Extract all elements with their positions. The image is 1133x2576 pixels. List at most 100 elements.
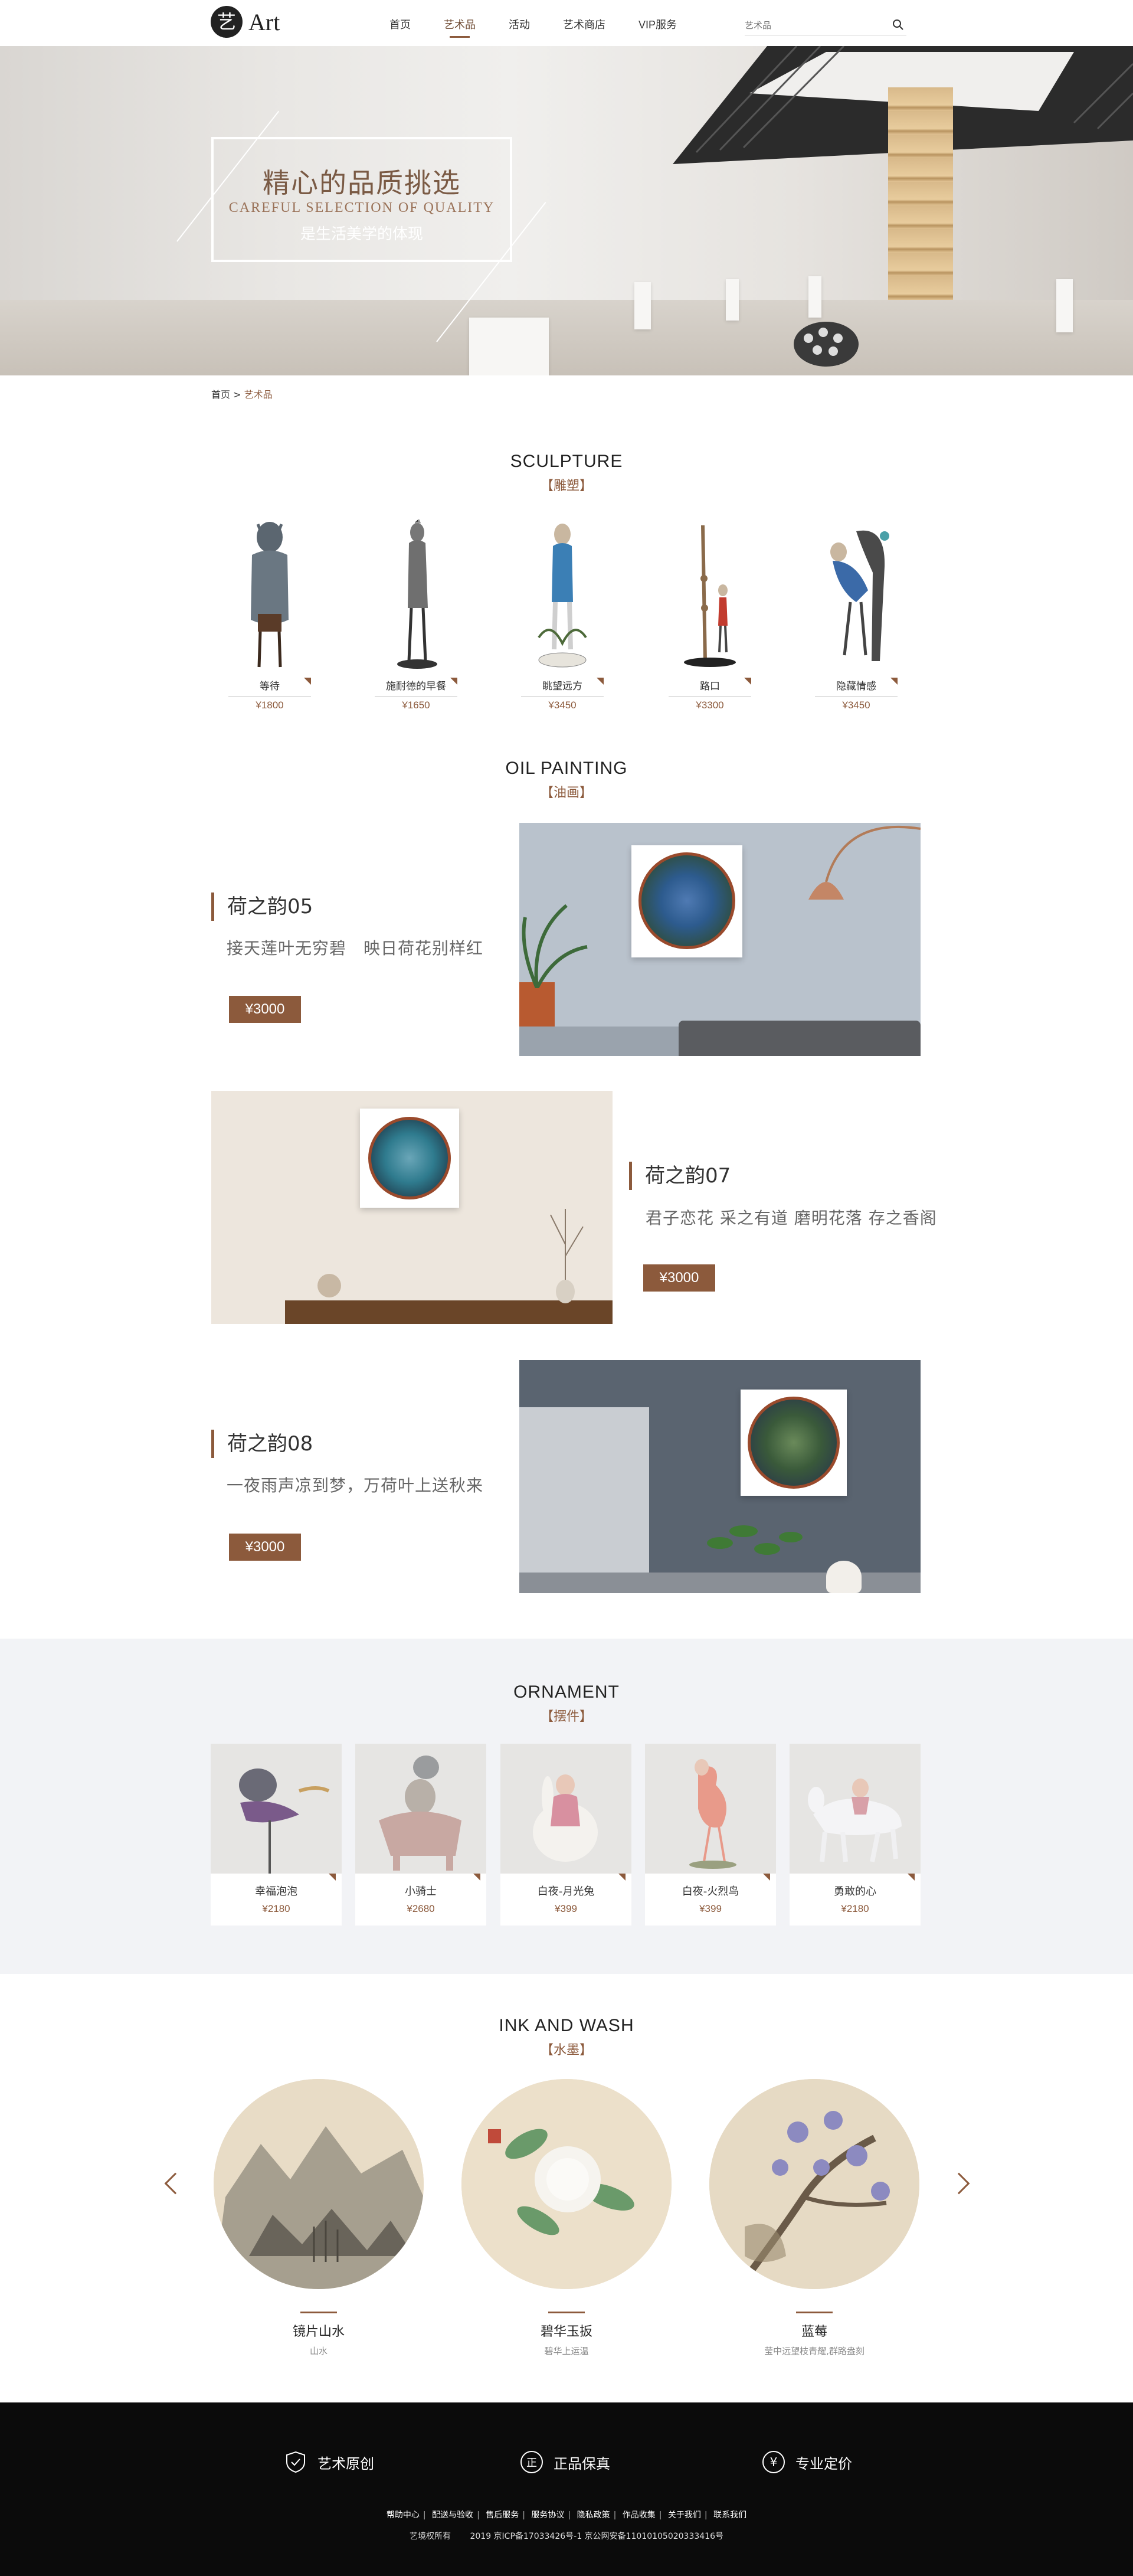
- price-tag[interactable]: ¥3000: [229, 1534, 301, 1561]
- nav-events[interactable]: 活动: [509, 17, 530, 38]
- carousel-prev-arrow[interactable]: [164, 2172, 186, 2195]
- ink-painting-landscape[interactable]: [214, 2079, 424, 2289]
- sculpture-image: [794, 322, 859, 367]
- ornament-image: [355, 1744, 486, 1874]
- feature-label: 专业定价: [795, 2455, 852, 2472]
- section-title-cn: 【摆件】: [540, 1709, 592, 1724]
- footer-link-collection[interactable]: 作品收集: [623, 2510, 656, 2520]
- hero-text-box: 精心的品质挑选 CAREFUL SELECTION OF QUALITY 是生活…: [211, 137, 512, 262]
- sculpture-card[interactable]: 眺望远方 ¥3450: [512, 519, 613, 720]
- hero-banner: 精心的品质挑选 CAREFUL SELECTION OF QUALITY 是生活…: [0, 46, 1133, 375]
- cabinet: [285, 1300, 613, 1324]
- nav-vip[interactable]: VIP服务: [638, 17, 677, 38]
- price-tag[interactable]: ¥3000: [643, 1264, 715, 1292]
- ink-painting-peony[interactable]: [461, 2079, 672, 2289]
- search-input[interactable]: [745, 17, 880, 34]
- ornament-price: ¥399: [555, 1903, 577, 1914]
- logo-mark: 艺: [211, 6, 243, 38]
- oil-description: 接天莲叶无穷碧 映日荷花别样红: [227, 939, 484, 958]
- sculpture-card[interactable]: 路口 ¥3300: [660, 519, 760, 720]
- sofa: [679, 1021, 921, 1056]
- branch-vase-image: [550, 1209, 584, 1303]
- site-header: 艺 Art 首页 艺术品 活动 艺术商店 VIP服务: [0, 0, 1133, 46]
- ornament-card[interactable]: 白夜-火烈鸟 ¥399: [645, 1744, 776, 1926]
- breadcrumb-home[interactable]: 首页: [211, 389, 230, 400]
- ornament-section-title: ORNAMENT 【摆件】: [0, 1682, 1133, 1725]
- search-box: [745, 17, 906, 35]
- section-title-cn: 【油画】: [540, 786, 592, 800]
- carousel-next-arrow[interactable]: [948, 2172, 970, 2195]
- footer-link-help[interactable]: 帮助中心: [387, 2510, 420, 2520]
- hero-subtitle: CAREFUL SELECTION OF QUALITY: [228, 200, 495, 215]
- sculpture-card[interactable]: 施耐德的早餐 ¥1650: [366, 519, 466, 720]
- section-title-en: INK AND WASH: [499, 2016, 634, 2035]
- ink-subtitle: 莹中远望枝青耀,群路盎刻: [764, 2346, 865, 2356]
- lotus-painting: [748, 1397, 840, 1489]
- ink-name: 蓝莓: [801, 2325, 827, 2339]
- svg-text:¥: ¥: [770, 2455, 778, 2469]
- corner-mark: [473, 1874, 480, 1881]
- nav-art-store[interactable]: 艺术商店: [563, 17, 605, 38]
- feature-label: 正品保真: [554, 2455, 610, 2472]
- ornament-name: 白夜-火烈鸟: [682, 1885, 739, 1898]
- ornament-name: 白夜-月光兔: [537, 1885, 595, 1898]
- ornament-card[interactable]: 白夜-月光兔 ¥399: [500, 1744, 631, 1926]
- sculpture-name: 眺望远方: [521, 678, 604, 697]
- nav-artworks[interactable]: 艺术品: [444, 17, 476, 38]
- section-title-en: SCULPTURE: [510, 452, 623, 471]
- oil-room-image[interactable]: [519, 1360, 921, 1593]
- sculpture-name: 路口: [669, 678, 751, 697]
- footer-link-contact[interactable]: 联系我们: [713, 2510, 746, 2520]
- plant-leaves: [522, 904, 588, 988]
- ornament-image: [211, 1744, 342, 1874]
- hero-title: 精心的品质挑选: [263, 167, 461, 199]
- sculpture-price: ¥3450: [842, 699, 870, 711]
- sculpture-name: 施耐德的早餐: [375, 678, 457, 697]
- corner-mark: [597, 678, 604, 685]
- footer-link-agreement[interactable]: 服务协议: [531, 2510, 564, 2520]
- ornament-card[interactable]: 幸福泡泡 ¥2180: [211, 1744, 342, 1926]
- copyright-owner: 艺境权所有: [410, 2532, 451, 2541]
- doorway: [519, 1407, 649, 1593]
- sculpture-price: ¥3450: [548, 699, 577, 711]
- logo-text: Art: [248, 8, 280, 35]
- ink-painting-blossom[interactable]: [709, 2079, 919, 2289]
- hero-tagline: 是生活美学的体现: [300, 225, 423, 243]
- section-title-cn: 【水墨】: [540, 2043, 592, 2058]
- footer-link-about[interactable]: 关于我们: [668, 2510, 701, 2520]
- footer-link-delivery[interactable]: 配送与验收: [432, 2510, 473, 2520]
- sculpture-name: 等待: [228, 678, 311, 697]
- sculpture-name: 隐藏情感: [815, 678, 898, 697]
- logo[interactable]: 艺 Art: [211, 6, 280, 38]
- ornament-price: ¥2180: [262, 1903, 290, 1914]
- sculpture-card[interactable]: 隐藏情感 ¥3450: [806, 519, 906, 720]
- ornament-price: ¥2680: [407, 1903, 435, 1914]
- ornament-card[interactable]: 勇敢的心 ¥2180: [790, 1744, 921, 1926]
- sculpture-image: [684, 525, 736, 667]
- oil-title[interactable]: 荷之韵05: [211, 893, 313, 921]
- search-icon[interactable]: [892, 19, 904, 31]
- oil-title[interactable]: 荷之韵07: [629, 1162, 731, 1190]
- oil-title[interactable]: 荷之韵08: [211, 1430, 313, 1458]
- corner-mark: [744, 678, 751, 685]
- nav-home[interactable]: 首页: [389, 17, 411, 38]
- sculpture-card[interactable]: 等待 ¥1800: [220, 519, 320, 720]
- sculpture-image: [538, 524, 587, 668]
- ornament-name: 幸福泡泡: [255, 1885, 297, 1898]
- footer-link-privacy[interactable]: 隐私政策: [577, 2510, 610, 2520]
- corner-mark: [763, 1874, 770, 1881]
- main-nav: 首页 艺术品 活动 艺术商店 VIP服务: [389, 17, 710, 38]
- corner-mark: [890, 678, 898, 685]
- painting-frame: [741, 1390, 847, 1496]
- oil-room-image[interactable]: [519, 823, 921, 1056]
- plinth: [726, 279, 739, 321]
- price-tag[interactable]: ¥3000: [229, 996, 301, 1023]
- feature-label: 艺术原创: [317, 2455, 374, 2472]
- breadcrumb-current: 艺术品: [244, 389, 273, 400]
- ornament-card[interactable]: 小骑士 ¥2680: [355, 1744, 486, 1926]
- plinth: [808, 276, 821, 318]
- yen-icon: ¥: [762, 2451, 785, 2473]
- sculpture-image: [397, 519, 437, 669]
- footer-link-aftersales[interactable]: 售后服务: [486, 2510, 519, 2520]
- oil-room-image[interactable]: [211, 1091, 613, 1324]
